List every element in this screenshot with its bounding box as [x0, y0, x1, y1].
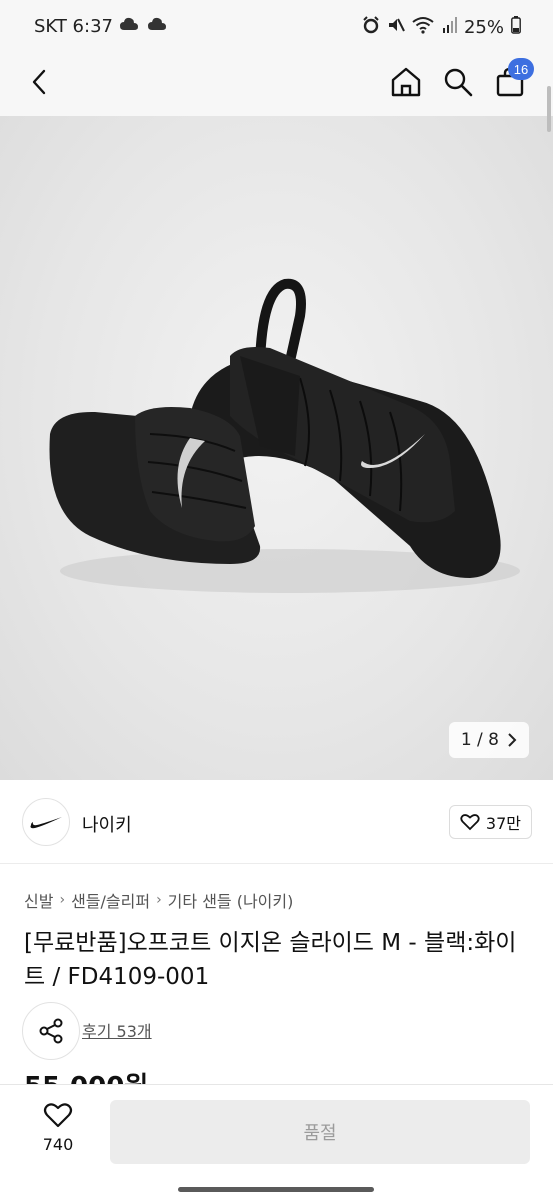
top-navigation: 16	[0, 54, 553, 116]
scroll-indicator[interactable]	[547, 86, 551, 132]
chevron-right-icon: ›	[59, 892, 66, 908]
mute-icon	[387, 16, 405, 39]
back-arrow-icon	[32, 69, 46, 95]
wishlist-count: 740	[42, 1135, 74, 1154]
cloud-icon	[147, 16, 169, 37]
product-title: [무료반품]오프코트 이지온 슬라이드 M - 블랙:화이트 / FD4109-…	[24, 930, 517, 990]
breadcrumb-item[interactable]: 기타 샌들 (나이키)	[168, 888, 294, 912]
brand-logo[interactable]	[22, 798, 70, 846]
search-icon	[444, 68, 473, 97]
product-image	[49, 278, 520, 593]
battery-icon	[511, 16, 521, 39]
alarm-icon	[362, 16, 380, 39]
status-left: SKT 6:37	[34, 16, 169, 37]
wishlist-button[interactable]: 740	[24, 1101, 92, 1165]
sold-out-button[interactable]: 품절	[110, 1100, 530, 1164]
cloud-icon	[119, 16, 141, 37]
wifi-icon	[412, 16, 434, 39]
nike-swoosh-icon	[30, 817, 62, 829]
status-right: 25%	[362, 16, 521, 39]
brand-like-button[interactable]: 37만	[448, 805, 532, 839]
heart-icon	[460, 814, 480, 831]
image-counter[interactable]: 1 / 8	[448, 722, 529, 758]
back-button[interactable]	[18, 60, 62, 104]
carrier-time: SKT 6:37	[34, 16, 113, 37]
home-indicator[interactable]	[178, 1187, 374, 1192]
breadcrumb-item[interactable]: 신발	[24, 888, 53, 912]
status-bar: SKT 6:37 25%	[0, 0, 553, 54]
chevron-right-icon	[508, 733, 517, 747]
cart-count-badge: 16	[508, 58, 534, 80]
image-counter-text: 1 / 8	[460, 730, 499, 750]
bottom-action-bar: 740 품절	[0, 1084, 553, 1200]
signal-icon	[441, 16, 457, 39]
chevron-right-icon: ›	[156, 892, 162, 908]
brand-like-count: 37만	[485, 814, 521, 833]
search-button[interactable]	[436, 60, 480, 104]
brand-name[interactable]: 나이키	[82, 811, 132, 837]
brand-row: 나이키 37만	[0, 780, 553, 864]
breadcrumb: 신발 › 샌들/슬리퍼 › 기타 샌들 (나이키)	[24, 888, 293, 912]
home-icon	[391, 67, 421, 97]
share-icon	[39, 1018, 63, 1044]
battery-percent: 25%	[463, 17, 504, 38]
cart-button[interactable]: 16	[488, 58, 534, 104]
product-image-carousel[interactable]: 1 / 8	[0, 116, 553, 780]
home-button[interactable]	[384, 60, 428, 104]
heart-icon	[43, 1103, 73, 1128]
breadcrumb-item[interactable]: 샌들/슬리퍼	[71, 888, 150, 912]
reviews-link[interactable]: 후기 53개	[82, 1018, 152, 1042]
share-button[interactable]	[22, 1002, 80, 1060]
